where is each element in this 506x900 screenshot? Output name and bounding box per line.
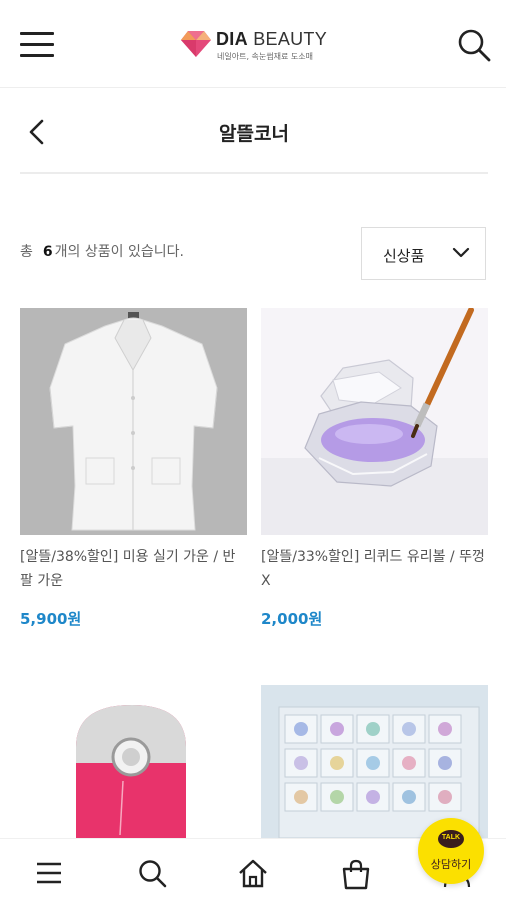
nav-cart-button[interactable]: [340, 858, 374, 890]
nav-search-button[interactable]: [137, 858, 171, 890]
shopping-bag-icon: [342, 859, 370, 890]
search-icon: [458, 29, 491, 62]
home-icon: [239, 859, 267, 888]
sort-select[interactable]: 신상품: [361, 227, 486, 280]
brand-logo[interactable]: DIA BEAUTY 네일아트, 속눈썹재료 도소매: [180, 28, 330, 64]
product-card[interactable]: [알뜰/38%할인] 미용 실기 가운 / 반팔 가운 5,900원: [20, 308, 247, 629]
consult-label: 상담하기: [430, 858, 472, 871]
diamond-logo-icon: [181, 31, 211, 57]
kakao-consult-button[interactable]: TALK 상담하기: [418, 818, 484, 884]
chevron-down-icon: [452, 247, 470, 258]
count-number: 6: [42, 244, 53, 260]
search-icon: [139, 860, 167, 888]
product-count: 총 6 개의 상품이 있습니다.: [20, 241, 184, 261]
product-image-gown[interactable]: [20, 308, 247, 535]
brand-light: BEAUTY: [253, 29, 328, 49]
menu-button[interactable]: [20, 29, 54, 59]
product-card[interactable]: [20, 685, 247, 853]
search-button[interactable]: [457, 28, 491, 62]
product-name[interactable]: [알뜰/33%할인] 리퀴드 유리볼 / 뚜껑 X: [261, 545, 488, 593]
product-name[interactable]: [알뜰/38%할인] 미용 실기 가운 / 반팔 가운: [20, 545, 247, 593]
count-prefix: 총: [20, 244, 33, 260]
menu-icon-line: [20, 54, 54, 57]
menu-icon-line: [20, 43, 54, 46]
product-price: 5,900원: [20, 610, 82, 628]
top-bar: DIA BEAUTY 네일아트, 속눈썹재료 도소매: [0, 0, 506, 88]
count-suffix: 개의 상품이 있습니다.: [54, 244, 184, 260]
product-image-glass-bowl[interactable]: [261, 308, 488, 535]
product-image-nail-dryer[interactable]: [20, 685, 247, 838]
brand-tagline: 네일아트, 속눈썹재료 도소매: [217, 52, 313, 61]
page-header: 알뜰코너: [20, 88, 488, 174]
product-price: 2,000원: [261, 610, 323, 628]
talk-badge: TALK: [441, 834, 461, 841]
brand-name: DIA BEAUTY: [216, 29, 327, 50]
nav-home-button[interactable]: [237, 858, 271, 890]
page-title: 알뜰코너: [219, 123, 289, 145]
product-card[interactable]: [알뜰/33%할인] 리퀴드 유리볼 / 뚜껑 X 2,000원: [261, 308, 488, 629]
nav-menu-button[interactable]: [34, 858, 68, 890]
sort-selected-label: 신상품: [383, 247, 425, 265]
brand-bold: DIA: [216, 29, 248, 49]
product-image-rhinestone-case[interactable]: [261, 685, 488, 838]
menu-icon-line: [20, 32, 54, 35]
menu-icon: [37, 862, 61, 884]
